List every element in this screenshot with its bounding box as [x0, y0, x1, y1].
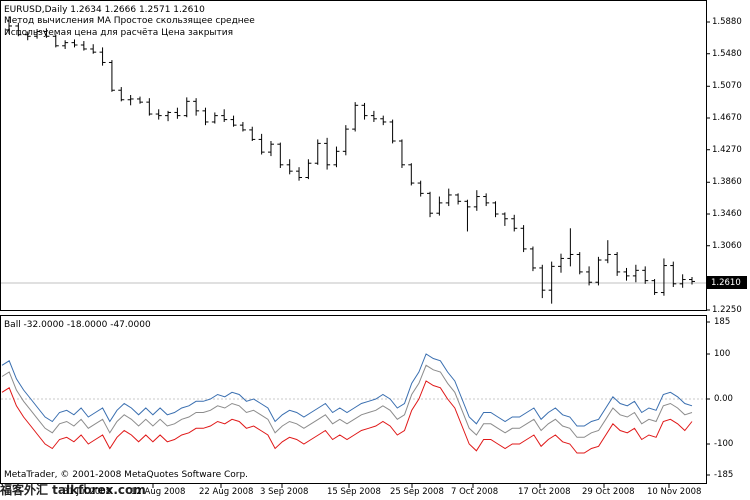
price-tick-label: 1.4270	[712, 144, 742, 155]
indicator-tick-label: 185	[714, 317, 731, 327]
copyright-footer: MetaTrader, © 2001-2008 MetaQuotes Softw…	[4, 470, 249, 480]
indicator-tick-label: 100	[714, 349, 731, 359]
date-tick-label: 3 Sep 2008	[260, 487, 309, 497]
date-tick-label: 17 Oct 2008	[518, 487, 571, 497]
ma-method-info: Метод вычисления MA Простое скользящее с…	[4, 16, 255, 26]
price-tick-label: 1.5070	[712, 81, 742, 92]
price-tick-label: 1.3060	[712, 240, 742, 251]
chart-window	[0, 0, 747, 488]
indicator-tick-label: 0.00	[714, 394, 733, 404]
date-tick-label: 25 Sep 2008	[390, 487, 444, 497]
main-chart-border	[0, 0, 707, 311]
date-tick-label: 29 Oct 2008	[582, 487, 635, 497]
date-tick-label: 31 Jul 2008	[63, 487, 112, 497]
price-tick-label: 1.3860	[712, 177, 742, 188]
price-tick-label: 1.4670	[712, 113, 742, 123]
date-tick-label: 7 Oct 2008	[451, 487, 499, 497]
indicator-tick-label: -100	[714, 439, 734, 449]
symbol-header: EURUSD,Daily 1.2634 1.2666 1.2571 1.2610	[4, 5, 205, 15]
indicator-tick-label: -185	[714, 470, 734, 480]
ma-price-info: Используемая цена для расчёта Цена закры…	[4, 28, 234, 38]
date-tick-label: 10 Nov 2008	[647, 487, 702, 497]
price-tick-label: 1.3460	[712, 209, 742, 219]
date-tick-label: 15 Sep 2008	[327, 487, 381, 497]
price-tick-label: 1.5480	[712, 48, 742, 59]
indicator-label: Ball -32.0000 -18.0000 -47.0000	[4, 320, 151, 330]
price-tick-label: 1.5880	[712, 17, 742, 27]
current-price-label: 1.2610	[711, 278, 741, 288]
price-tick-label: 1.2250	[712, 305, 742, 315]
date-tick-label: 12 Aug 2008	[131, 487, 186, 497]
date-tick-label: 22 Aug 2008	[199, 487, 254, 497]
